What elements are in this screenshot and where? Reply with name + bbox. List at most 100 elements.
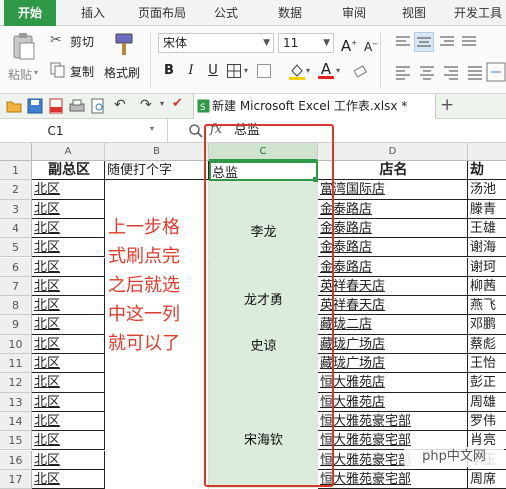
column-header-a[interactable]: A [32, 143, 105, 161]
zoom-magnifier-icon[interactable] [188, 123, 204, 139]
table-cell-blank[interactable] [105, 411, 209, 432]
table-cell-blank[interactable] [105, 431, 209, 451]
print-icon[interactable] [69, 98, 85, 114]
table-cell-store[interactable]: 金泰路店 [318, 218, 468, 239]
align-justify-icon[interactable] [460, 34, 478, 50]
redo-icon[interactable]: ↷ [140, 97, 152, 113]
new-tab-plus-icon[interactable]: + [440, 95, 454, 115]
save-icon[interactable] [27, 98, 43, 114]
align-top-left-icon[interactable] [394, 34, 412, 50]
table-cell-person[interactable]: 蔡彪 [468, 335, 506, 354]
row-header[interactable]: 8 [0, 296, 32, 316]
table-cell-store[interactable]: 藏珑广场店 [318, 354, 468, 374]
format-painter-button[interactable]: 格式刷 [104, 30, 144, 84]
table-cell-store[interactable]: 恒大雅苑店 [318, 392, 468, 412]
row-header[interactable]: 14 [0, 411, 32, 432]
table-cell-store[interactable]: 金泰路店 [318, 238, 468, 258]
select-all-corner[interactable] [0, 143, 32, 161]
export-pdf-icon[interactable] [48, 98, 64, 114]
row-header[interactable]: 11 [0, 354, 32, 374]
row-header[interactable]: 9 [0, 315, 32, 335]
table-cell-district[interactable]: 北区 [32, 257, 105, 277]
table-cell-store[interactable]: 恒大雅苑店 [318, 373, 468, 393]
header-cell-d[interactable]: 店名 [318, 161, 468, 181]
table-cell-district[interactable]: 北区 [32, 354, 105, 374]
table-cell-store[interactable]: 金泰路店 [318, 257, 468, 277]
table-cell-person[interactable]: 滕青 [468, 200, 506, 219]
column-header-d[interactable]: D [318, 143, 468, 161]
align-right-icon[interactable] [438, 34, 456, 50]
align-left-icon[interactable] [394, 64, 412, 80]
bold-button[interactable]: B [160, 62, 178, 80]
table-cell-district[interactable]: 北区 [32, 315, 105, 335]
tab-page-layout[interactable]: 页面布局 [130, 0, 194, 26]
table-cell-district[interactable]: 北区 [32, 431, 105, 451]
header-cell-a[interactable]: 副总区 [32, 161, 105, 181]
row-header[interactable]: 7 [0, 276, 32, 297]
column-header-e[interactable] [468, 143, 506, 161]
print-preview-icon[interactable] [90, 98, 106, 114]
table-cell-district[interactable]: 北区 [32, 276, 105, 297]
table-cell-store[interactable]: 金泰路店 [318, 199, 468, 219]
fill-color-icon[interactable] [288, 62, 306, 80]
tab-view[interactable]: 视图 [394, 0, 434, 26]
chevron-down-icon[interactable]: ▾ [306, 66, 310, 75]
table-cell-person[interactable]: 汤池 [468, 180, 506, 200]
table-cell-district[interactable]: 北区 [32, 296, 105, 316]
borders-icon[interactable] [226, 63, 242, 79]
underline-button[interactable]: U [204, 62, 222, 80]
paste-dropdown-icon[interactable]: ▾ [34, 68, 38, 77]
name-box[interactable]: C1 [0, 119, 168, 143]
table-cell-store[interactable]: 藏珑广场店 [318, 334, 468, 354]
font-size-select[interactable]: 11 ▼ [278, 33, 334, 53]
row-header[interactable]: 1 [0, 161, 32, 181]
table-cell-district[interactable]: 北区 [32, 180, 105, 200]
paste-button[interactable] [10, 32, 38, 62]
table-cell-person[interactable]: 燕飞 [468, 296, 506, 316]
table-cell-district[interactable]: 北区 [32, 218, 105, 239]
tab-home[interactable]: 开始 [4, 0, 56, 26]
italic-button[interactable]: I [182, 62, 200, 80]
table-cell-store[interactable]: 英祥春天店 [318, 276, 468, 297]
row-header[interactable]: 16 [0, 450, 32, 470]
tab-formulas[interactable]: 公式 [206, 0, 246, 26]
table-cell-blank[interactable] [105, 450, 209, 470]
paste-label[interactable]: 粘贴 [8, 66, 32, 83]
shrink-font-button[interactable]: A− [362, 35, 380, 54]
undo-icon[interactable]: ↶ [114, 97, 126, 113]
row-header[interactable]: 5 [0, 238, 32, 258]
row-header[interactable]: 2 [0, 180, 32, 200]
tab-developer[interactable]: 开发工具 [450, 0, 506, 26]
table-cell-person[interactable]: 王雄 [468, 219, 506, 239]
font-color-button[interactable]: A [318, 60, 334, 80]
table-cell-person[interactable]: 周雄 [468, 393, 506, 412]
table-cell-district[interactable]: 北区 [32, 411, 105, 432]
table-cell-person[interactable]: 王怡 [468, 354, 506, 374]
row-header[interactable]: 12 [0, 373, 32, 393]
copy-button[interactable]: 复制 [50, 62, 110, 80]
table-cell-person[interactable]: 周席 [468, 470, 506, 489]
table-cell-blank[interactable] [105, 392, 209, 412]
open-folder-icon[interactable] [6, 98, 22, 114]
table-cell-blank[interactable] [105, 469, 209, 489]
tab-insert[interactable]: 插入 [70, 0, 116, 26]
cut-button[interactable]: ✂ 剪切 [50, 32, 110, 50]
row-header[interactable]: 3 [0, 199, 32, 219]
table-cell-person[interactable]: 罗伟 [468, 412, 506, 432]
table-cell-store[interactable]: 恒大雅苑豪宅部 [318, 469, 468, 489]
table-cell-person[interactable]: 彭正 [468, 373, 506, 393]
table-cell-store[interactable]: 英祥春天店 [318, 296, 468, 316]
merge-cells-icon[interactable] [256, 63, 272, 79]
table-cell-district[interactable]: 北区 [32, 392, 105, 412]
table-cell-district[interactable]: 北区 [32, 469, 105, 489]
table-cell-district[interactable]: 北区 [32, 334, 105, 354]
clear-format-icon[interactable] [352, 63, 368, 79]
row-header[interactable]: 4 [0, 218, 32, 239]
row-header[interactable]: 6 [0, 257, 32, 277]
distributed-align-icon[interactable] [466, 64, 484, 80]
table-cell-person[interactable]: 谢珂 [468, 258, 506, 277]
table-cell-store[interactable]: 恒大雅苑豪宅部 [318, 411, 468, 432]
align-center-icon[interactable] [414, 32, 434, 52]
table-cell-district[interactable]: 北区 [32, 238, 105, 258]
table-cell-blank[interactable] [105, 373, 209, 393]
